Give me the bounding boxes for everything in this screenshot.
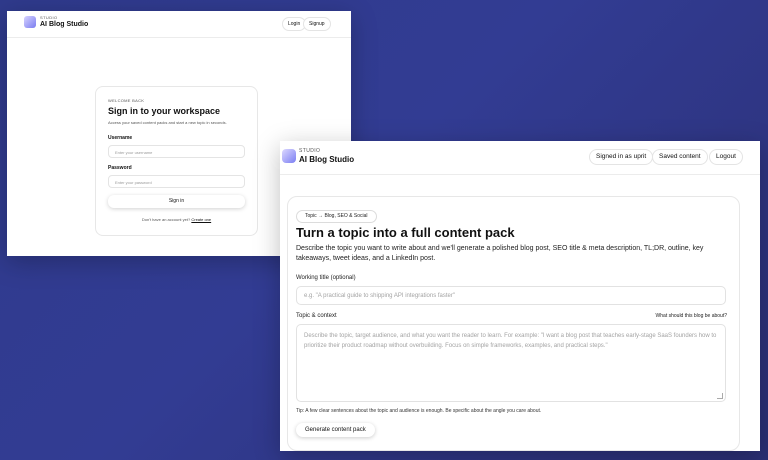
topic-textarea[interactable]: Describe the topic, target audience, and… [296,324,726,402]
feature-badge: Topic → Blog, SEO & Social [296,210,377,223]
signin-subtitle: Access your saved content packs and star… [108,120,227,125]
brand-kicker: STUDIO [299,148,321,154]
page-description: Describe the topic you want to write abo… [296,245,704,262]
signin-kicker: WELCOME BACK [108,98,145,103]
generator-header: STUDIO AI Blog Studio Signed in as uprit… [280,141,760,175]
username-label: Username [108,135,133,141]
username-field[interactable]: Enter your username [108,145,245,158]
signin-title: Sign in to your workspace [108,106,221,116]
generator-window: STUDIO AI Blog Studio Signed in as uprit… [280,141,760,451]
topic-hint: What should this blog be about? [655,313,727,319]
brand-title: AI Blog Studio [299,155,355,164]
logo-icon [282,149,296,163]
signin-card: WELCOME BACK Sign in to your workspace A… [95,86,258,236]
signup-nav-button[interactable]: Signup [303,17,331,31]
password-label: Password [108,165,132,171]
brand-kicker: STUDIO [40,15,58,20]
working-title-input[interactable]: e.g. "A practical guide to shipping API … [296,286,726,305]
tip-text: Tip: A few clear sentences about the top… [296,408,542,414]
topic-label: Topic & context [296,313,337,319]
logo-icon [24,16,36,28]
signed-in-user[interactable]: Signed in as uprit [589,149,654,165]
login-header: STUDIO AI Blog Studio Login Signup [7,11,351,38]
signup-prompt-text: Don't have an account yet? [141,217,191,222]
topic-placeholder: Describe the topic, target audience, and… [304,333,717,349]
logout-button[interactable]: Logout [709,149,743,165]
signin-button[interactable]: Sign in [108,195,245,208]
generate-button[interactable]: Generate content pack [296,423,375,437]
brand-title: AI Blog Studio [40,21,89,28]
signup-prompt: Don't have an account yet? Create one [96,217,257,222]
generator-card: Topic → Blog, SEO & Social Turn a topic … [287,196,740,451]
working-title-label: Working title (optional) [296,275,356,281]
saved-content-button[interactable]: Saved content [652,149,708,165]
page-title: Turn a topic into a full content pack [296,225,515,240]
password-field[interactable]: Enter your password [108,175,245,188]
resize-handle-icon[interactable] [717,393,723,399]
create-account-link[interactable]: Create one [191,217,211,222]
